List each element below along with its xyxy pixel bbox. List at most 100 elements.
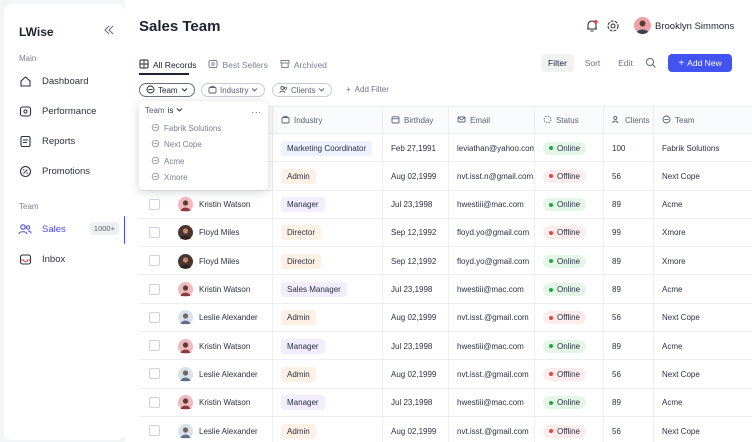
collapse-sidebar-icon[interactable] bbox=[103, 24, 115, 36]
row-checkbox[interactable] bbox=[149, 255, 160, 267]
team-cell: Fabrik Solutions bbox=[653, 134, 752, 162]
status-cell: Online bbox=[534, 190, 603, 219]
search-icon[interactable] bbox=[645, 57, 657, 69]
table-row[interactable]: Kristin Watson Manager Jul 23,1998 hwestiii… bbox=[139, 388, 752, 417]
table-row[interactable]: Kristin Watson Manager Jul 23,1998 hwestiii… bbox=[139, 190, 752, 219]
role-tag: Admin bbox=[281, 310, 316, 326]
more-options-icon[interactable]: ... bbox=[251, 105, 262, 115]
role-tag: Admin bbox=[281, 168, 316, 184]
table-row[interactable]: Floyd Miles Director Sep 12,1992 floyd.yo@g… bbox=[139, 247, 752, 276]
sidebar-item-label: Performance bbox=[42, 105, 97, 117]
row-checkbox[interactable] bbox=[149, 198, 160, 210]
row-checkbox[interactable] bbox=[149, 226, 160, 238]
avatar bbox=[178, 423, 193, 439]
filter-chip-industry[interactable]: Industry bbox=[201, 83, 266, 97]
filter-field: Team bbox=[145, 106, 165, 115]
sidebar-item-inbox[interactable]: Inbox bbox=[14, 248, 125, 270]
add-new-button[interactable]: + Add New bbox=[668, 54, 732, 72]
sidebar-item-promotions[interactable]: Promotions bbox=[14, 160, 125, 182]
table-row[interactable]: Leslie Alexander Admin Aug 02,1999 nvt.isst… bbox=[139, 303, 752, 333]
clients-cell: 89 bbox=[603, 388, 653, 417]
add-filter-button[interactable]: + Add Filter bbox=[346, 85, 389, 94]
grid-icon bbox=[139, 59, 149, 71]
row-checkbox[interactable] bbox=[149, 283, 160, 295]
column-label: Status bbox=[556, 116, 579, 125]
table-row[interactable]: Leslie Alexander Admin Aug 02,1999 nvt.isst… bbox=[139, 417, 752, 442]
role-tag: Sales Manager bbox=[281, 282, 347, 297]
row-checkbox[interactable] bbox=[149, 340, 160, 352]
sidebar-item-sales[interactable]: Sales 1000+ bbox=[14, 218, 125, 240]
avatar bbox=[178, 253, 193, 269]
column-header-status[interactable]: Status bbox=[534, 107, 603, 134]
chevron-down-icon bbox=[176, 106, 183, 115]
table-row[interactable]: Kristin Watson Manager Jul 23,1998 hwestiii… bbox=[139, 332, 752, 361]
table-row[interactable]: Floyd Miles Director Sep 12,1992 floyd.yo@g… bbox=[139, 218, 752, 248]
settings-gear-icon[interactable] bbox=[606, 19, 620, 33]
email-cell: nvt.isst.n@gmail.com bbox=[448, 162, 534, 191]
user-name[interactable]: Brooklyn Simmons bbox=[655, 21, 734, 32]
status-cell: Online bbox=[534, 247, 603, 276]
column-header-industry[interactable]: Industry bbox=[272, 107, 382, 134]
main-content: Sales Team Brooklyn Simmons All Records … bbox=[125, 0, 752, 442]
row-checkbox[interactable] bbox=[149, 396, 160, 408]
status-label: Offline bbox=[557, 426, 580, 436]
birthday-cell: Jul 23,1998 bbox=[382, 275, 448, 304]
email-cell: floyd.yo@gmail.com bbox=[448, 247, 534, 276]
birthday-cell: Aug 02,1999 bbox=[382, 162, 448, 191]
status-cell: Offline bbox=[534, 218, 603, 247]
table-row[interactable]: Leslie Alexander Admin Aug 02,1999 nvt.isst… bbox=[139, 360, 752, 389]
filter-chip-team[interactable]: Team bbox=[139, 83, 195, 97]
email-cell: hwestiii@mac.com bbox=[448, 332, 534, 361]
dropdown-option[interactable]: Acme bbox=[151, 156, 184, 167]
sort-button[interactable]: Sort bbox=[580, 54, 605, 72]
column-header-team[interactable]: Team bbox=[653, 107, 752, 134]
email-cell: nvt.isst.@gmail.com bbox=[448, 303, 534, 332]
column-label: Industry bbox=[294, 116, 323, 125]
column-header-clients[interactable]: Clients bbox=[603, 107, 653, 134]
role-tag: Admin bbox=[281, 423, 316, 439]
birthday-cell: Aug 02,1999 bbox=[382, 360, 448, 389]
status-dot bbox=[549, 372, 553, 377]
team-cell: Xmore bbox=[653, 218, 752, 247]
team-cell: Acme bbox=[653, 190, 752, 219]
option-label: Xmore bbox=[164, 172, 188, 182]
dropdown-option[interactable]: Fabrik Solutions bbox=[151, 123, 221, 134]
sidebar-item-performance[interactable]: Performance bbox=[14, 100, 125, 122]
team-cell: Xmore bbox=[653, 247, 752, 276]
sidebar-item-dashboard[interactable]: Dashboard bbox=[14, 70, 125, 92]
tab-best-sellers[interactable]: Best Sellers bbox=[208, 58, 268, 72]
status-label: Offline bbox=[557, 369, 580, 379]
team-icon bbox=[151, 139, 160, 150]
edit-button[interactable]: Edit bbox=[613, 54, 638, 72]
user-avatar[interactable] bbox=[634, 17, 651, 34]
page-title: Sales Team bbox=[139, 18, 221, 35]
row-checkbox[interactable] bbox=[149, 425, 160, 436]
notification-bell-icon[interactable] bbox=[585, 19, 599, 33]
filter-condition[interactable]: Team is bbox=[145, 106, 183, 115]
column-header-email[interactable]: Email bbox=[448, 107, 534, 134]
clients-cell: 89 bbox=[603, 247, 653, 276]
sidebar-item-label: Sales bbox=[42, 223, 66, 235]
dropdown-option[interactable]: Xmore bbox=[151, 172, 188, 183]
person-name: Floyd Miles bbox=[199, 228, 240, 238]
clients-cell: 56 bbox=[603, 417, 653, 442]
app-logo: LWise bbox=[19, 25, 54, 39]
status-cell: Online bbox=[534, 388, 603, 417]
column-header-birthday[interactable]: Birthday bbox=[382, 107, 448, 134]
users-icon bbox=[18, 222, 32, 236]
email-cell: hwestiii@mac.com bbox=[448, 388, 534, 417]
role-tag: Manager bbox=[281, 197, 325, 213]
row-checkbox[interactable] bbox=[149, 311, 160, 323]
filter-chip-clients[interactable]: Clients bbox=[272, 83, 333, 97]
sidebar-item-label: Dashboard bbox=[42, 75, 89, 87]
table-row[interactable]: Kristin Watson Sales Manager Jul 23,1998 hw… bbox=[139, 275, 752, 304]
row-checkbox[interactable] bbox=[149, 368, 160, 380]
tab-all-records[interactable]: All Records bbox=[139, 58, 196, 72]
inbox-icon bbox=[18, 252, 32, 266]
filter-button[interactable]: Filter bbox=[541, 54, 574, 72]
dropdown-option[interactable]: Next Cope bbox=[151, 139, 202, 150]
chevron-down-icon bbox=[318, 86, 325, 95]
sidebar-item-reports[interactable]: Reports bbox=[14, 130, 125, 152]
industry-cell: Admin bbox=[272, 303, 382, 332]
tab-archived[interactable]: Archived bbox=[280, 58, 327, 72]
